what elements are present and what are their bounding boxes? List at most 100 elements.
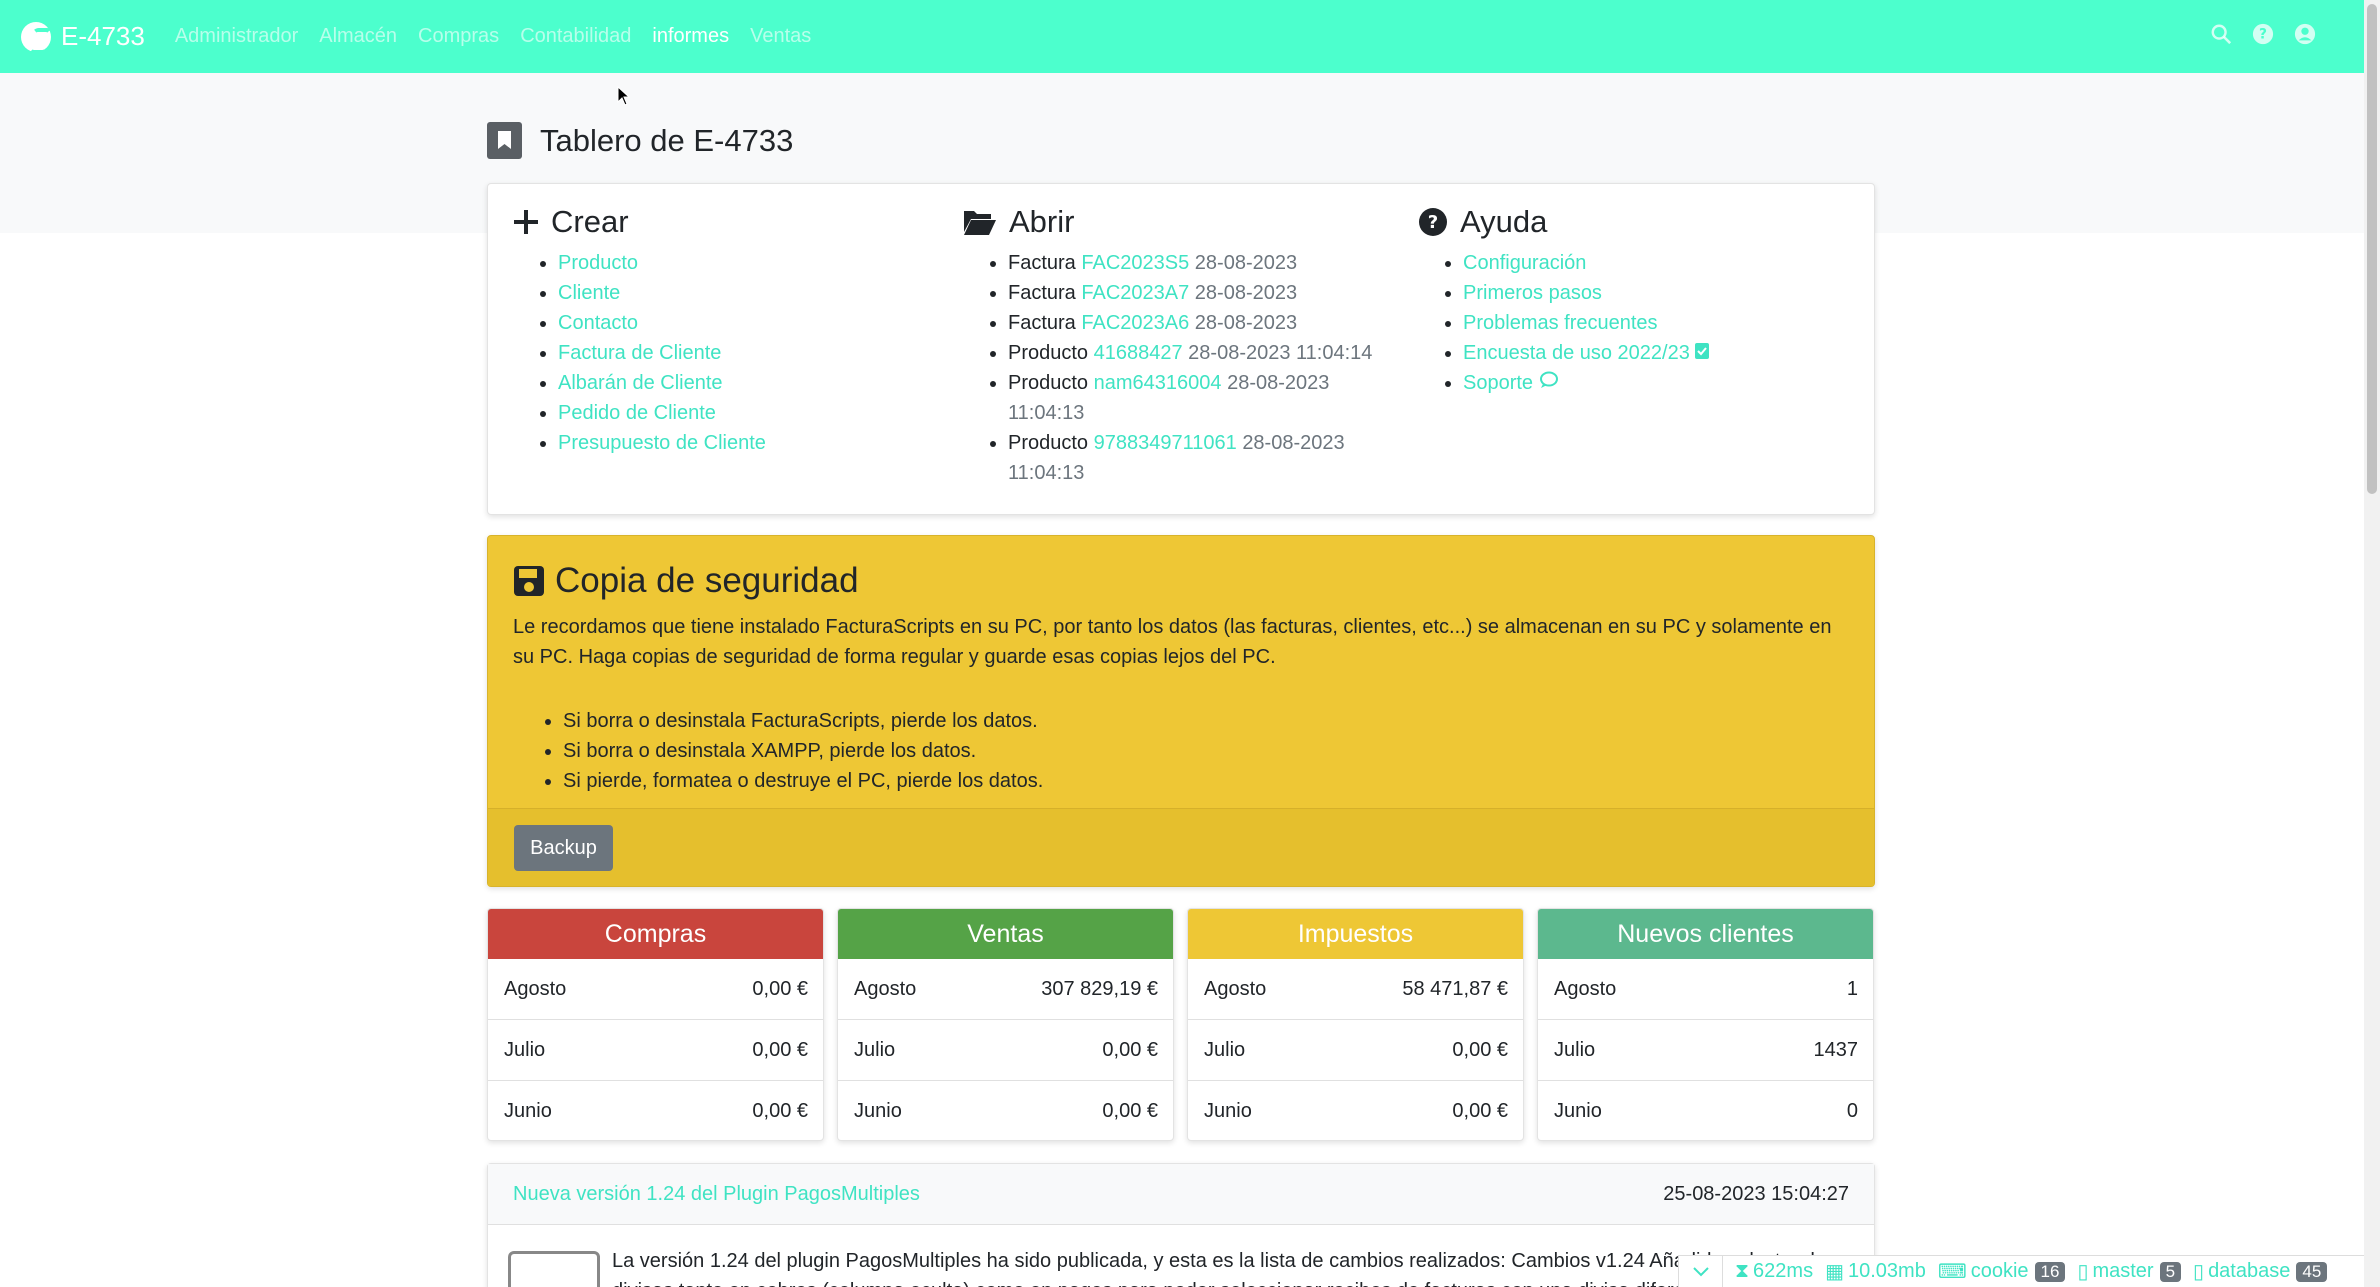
menu-item-compras[interactable]: Compras (418, 25, 499, 48)
recent-type: Producto (1008, 372, 1089, 394)
menu-item-almacen[interactable]: Almacén (319, 25, 397, 48)
stat-month: Junio (504, 1100, 552, 1122)
create-contacto-link[interactable]: Contacto (558, 312, 638, 334)
backup-warning-card: Copia de seguridad Le recordamos que tie… (487, 535, 1875, 887)
recent-link[interactable]: 9788349711061 (1094, 432, 1237, 454)
stat-row: Julio 1437 (1538, 1020, 1873, 1081)
news-title-link[interactable]: Nueva versión 1.24 del Plugin PagosMulti… (513, 1183, 920, 1206)
debug-memory-value: 10.03mb (1847, 1260, 1926, 1282)
menu-item-informes[interactable]: informes (652, 25, 729, 48)
brand-name: E-4733 (61, 21, 145, 51)
menu-item-administrador[interactable]: Administrador (175, 25, 298, 48)
help-encuesta-link[interactable]: Encuesta de uso 2022/23 (1463, 342, 1690, 364)
stat-card-ventas: Ventas Agosto 307 829,19 € Julio 0,00 € Ju… (837, 908, 1174, 1141)
chevron-down-icon[interactable] (1679, 1255, 1723, 1287)
svg-text:?: ? (1428, 212, 1438, 233)
debug-master[interactable]: ▯ master 5 (2077, 1259, 2182, 1284)
recent-date: 28-08-2023 (1194, 282, 1298, 304)
stat-value: 58 471,87 € (1402, 977, 1508, 1000)
recent-link[interactable]: FAC2023S5 (1081, 252, 1189, 274)
debug-database[interactable]: ▯ database 45 (2193, 1259, 2328, 1284)
recent-type: Producto (1008, 342, 1089, 364)
debug-time[interactable]: ⧗ 622ms (1735, 1260, 1813, 1283)
help-configuracion-link[interactable]: Configuración (1463, 252, 1586, 274)
stat-header: Impuestos (1188, 909, 1523, 959)
create-producto-link[interactable]: Producto (558, 252, 638, 274)
stat-header: Ventas (838, 909, 1173, 959)
help-primeros-pasos-link[interactable]: Primeros pasos (1463, 282, 1602, 304)
backup-button[interactable]: Backup (514, 825, 613, 871)
stat-month: Agosto (854, 977, 917, 1000)
chat-icon (1539, 371, 1558, 388)
help-title: Ayuda (1460, 204, 1548, 239)
recent-item: Producto 41688427 28-08-2023 11:04:14 (1008, 338, 1383, 368)
stat-header: Compras (488, 909, 823, 959)
menu-item-contabilidad[interactable]: Contabilidad (520, 25, 631, 48)
menu-item-ventas[interactable]: Ventas (750, 25, 811, 48)
scrollbar-thumb[interactable] (2367, 4, 2377, 494)
create-factura-cliente-link[interactable]: Factura de Cliente (558, 342, 721, 364)
stat-value: 1437 (1813, 1038, 1859, 1061)
open-heading: Abrir (963, 204, 1383, 240)
stat-month: Junio (1554, 1100, 1602, 1122)
recent-item: Producto 9788349711061 28-08-2023 11:04:… (1008, 428, 1383, 488)
recent-link[interactable]: 41688427 (1094, 342, 1183, 364)
debug-master-label: master (2092, 1260, 2154, 1282)
stat-row: Junio 0,00 € (488, 1081, 823, 1142)
stat-row: Agosto 307 829,19 € (838, 959, 1173, 1020)
news-date: 25-08-2023 15:04:27 (1663, 1182, 1849, 1205)
backup-heading: Copia de seguridad (513, 561, 859, 601)
help-icon[interactable]: ? (2252, 23, 2274, 45)
help-problemas-link[interactable]: Problemas frecuentes (1463, 312, 1658, 334)
stat-month: Agosto (1554, 977, 1617, 1000)
stat-row: Julio 0,00 € (488, 1020, 823, 1081)
news-header: Nueva versión 1.24 del Plugin PagosMulti… (488, 1164, 1874, 1225)
svg-text:?: ? (2259, 27, 2267, 43)
stat-value: 0,00 € (1452, 1100, 1508, 1122)
brand[interactable]: E-4733 (21, 21, 145, 52)
recent-link[interactable]: nam64316004 (1094, 372, 1222, 394)
save-icon (514, 566, 544, 596)
stat-month: Julio (1204, 1038, 1246, 1061)
page-scrollbar[interactable] (2364, 0, 2380, 1287)
create-title: Crear (551, 204, 629, 239)
plugin-thumbnail-icon (508, 1251, 600, 1287)
help-soporte-link[interactable]: Soporte (1463, 372, 1533, 394)
bookmark-icon[interactable] (487, 122, 522, 159)
user-icon[interactable] (2294, 23, 2316, 45)
search-icon[interactable] (2210, 23, 2232, 45)
debug-bar: ⧗ 622ms ▦ 10.03mb ⌨ cookie 16 ▯ master 5 ▯ data… (1678, 1255, 2364, 1287)
debug-memory[interactable]: ▦ 10.03mb (1825, 1259, 1926, 1284)
stat-value: 307 829,19 € (1041, 977, 1158, 1000)
folder-open-icon (964, 211, 996, 235)
open-title: Abrir (1009, 204, 1075, 239)
create-heading: Crear (513, 204, 766, 240)
open-column: Abrir Factura FAC2023S5 28-08-2023 Factu… (963, 204, 1383, 488)
stat-row: Julio 0,00 € (1188, 1020, 1523, 1081)
create-albaran-cliente-link[interactable]: Albarán de Cliente (558, 372, 723, 394)
debug-cookie-label: cookie (1970, 1260, 2029, 1282)
create-presupuesto-cliente-link[interactable]: Presupuesto de Cliente (558, 432, 766, 454)
recent-item: Factura FAC2023S5 28-08-2023 (1008, 248, 1383, 278)
stat-row: Junio 0 (1538, 1081, 1873, 1142)
backup-warning-item: Si borra o desinstala XAMPP, pierde los … (563, 736, 1043, 766)
stat-value: 0,00 € (1452, 1038, 1508, 1061)
page-title-text: Tablero de E-4733 (540, 122, 794, 158)
stat-header: Nuevos clientes (1538, 909, 1873, 959)
main-menu: Administrador Almacén Compras Contabilid… (175, 25, 832, 48)
stat-value: 0,00 € (1102, 1100, 1158, 1122)
recent-type: Producto (1008, 432, 1089, 454)
create-pedido-cliente-link[interactable]: Pedido de Cliente (558, 402, 716, 424)
nav-icons: ? (2190, 23, 2316, 45)
debug-database-label: database (2208, 1260, 2291, 1282)
recent-item: Factura FAC2023A7 28-08-2023 (1008, 278, 1383, 308)
recent-date: 28-08-2023 11:04:14 (1188, 342, 1373, 364)
recent-link[interactable]: FAC2023A6 (1081, 312, 1189, 334)
stat-card-nuevos-clientes: Nuevos clientes Agosto 1 Julio 1437 Junio 0 (1537, 908, 1874, 1141)
plus-icon (514, 210, 538, 234)
recent-item: Producto nam64316004 28-08-2023 11:04:13 (1008, 368, 1383, 428)
recent-link[interactable]: FAC2023A7 (1081, 282, 1189, 304)
debug-cookie[interactable]: ⌨ cookie 16 (1938, 1259, 2066, 1284)
create-cliente-link[interactable]: Cliente (558, 282, 620, 304)
recent-type: Factura (1008, 282, 1076, 304)
